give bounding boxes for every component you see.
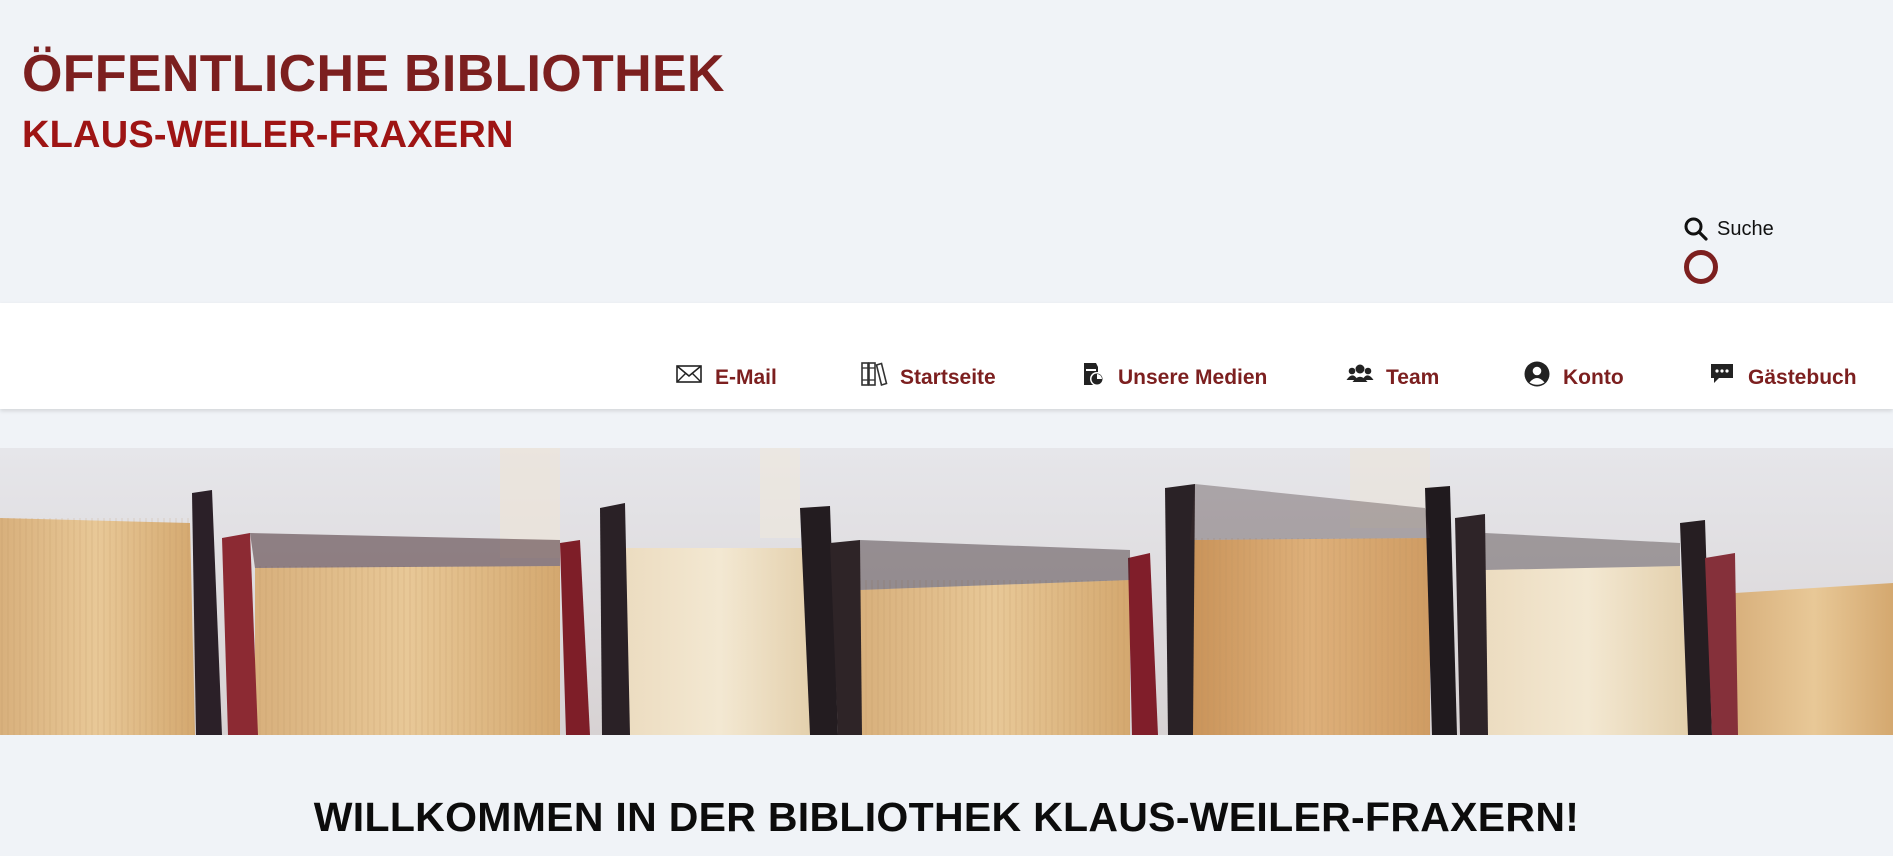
site-title: ÖFFENTLICHE BIBLIOTHEK — [22, 45, 725, 103]
media-icon — [1084, 363, 1104, 386]
users-icon — [1346, 364, 1374, 382]
envelope-icon — [676, 365, 702, 383]
nav-label-email: E-Mail — [715, 366, 777, 389]
nav-item-gaestebuch[interactable]: Gästebuch — [1708, 354, 1857, 394]
hero-banner — [0, 448, 1893, 735]
search-icon — [1684, 217, 1708, 241]
search-button[interactable]: Suche — [1683, 214, 1774, 244]
search-toggle[interactable] — [1684, 250, 1718, 284]
nav-item-konto[interactable]: Konto — [1523, 354, 1624, 394]
nav-label-unsere-medien: Unsere Medien — [1118, 366, 1268, 389]
nav-label-konto: Konto — [1563, 366, 1624, 389]
books-icon — [861, 362, 888, 387]
nav-item-unsere-medien[interactable]: Unsere Medien — [1078, 354, 1267, 394]
books-photo — [0, 448, 1893, 735]
search-label: Suche — [1717, 217, 1774, 240]
user-circle-icon — [1524, 361, 1550, 387]
comments-icon — [1711, 364, 1733, 383]
nav-label-team: Team — [1386, 366, 1440, 389]
nav-label-startseite: Startseite — [900, 366, 996, 389]
nav-item-email[interactable]: E-Mail — [675, 354, 777, 394]
site-subtitle: KLAUS-WEILER-FRAXERN — [22, 114, 514, 156]
nav-item-team[interactable]: Team — [1346, 354, 1439, 394]
nav-item-startseite[interactable]: Startseite — [860, 354, 996, 394]
site-header: ÖFFENTLICHE BIBLIOTHEK KLAUS-WEILER-FRAX… — [0, 0, 1893, 303]
nav-label-gaestebuch: Gästebuch — [1748, 366, 1857, 389]
welcome-heading: WILLKOMMEN IN DER BIBLIOTHEK KLAUS-WEILE… — [313, 794, 1580, 840]
